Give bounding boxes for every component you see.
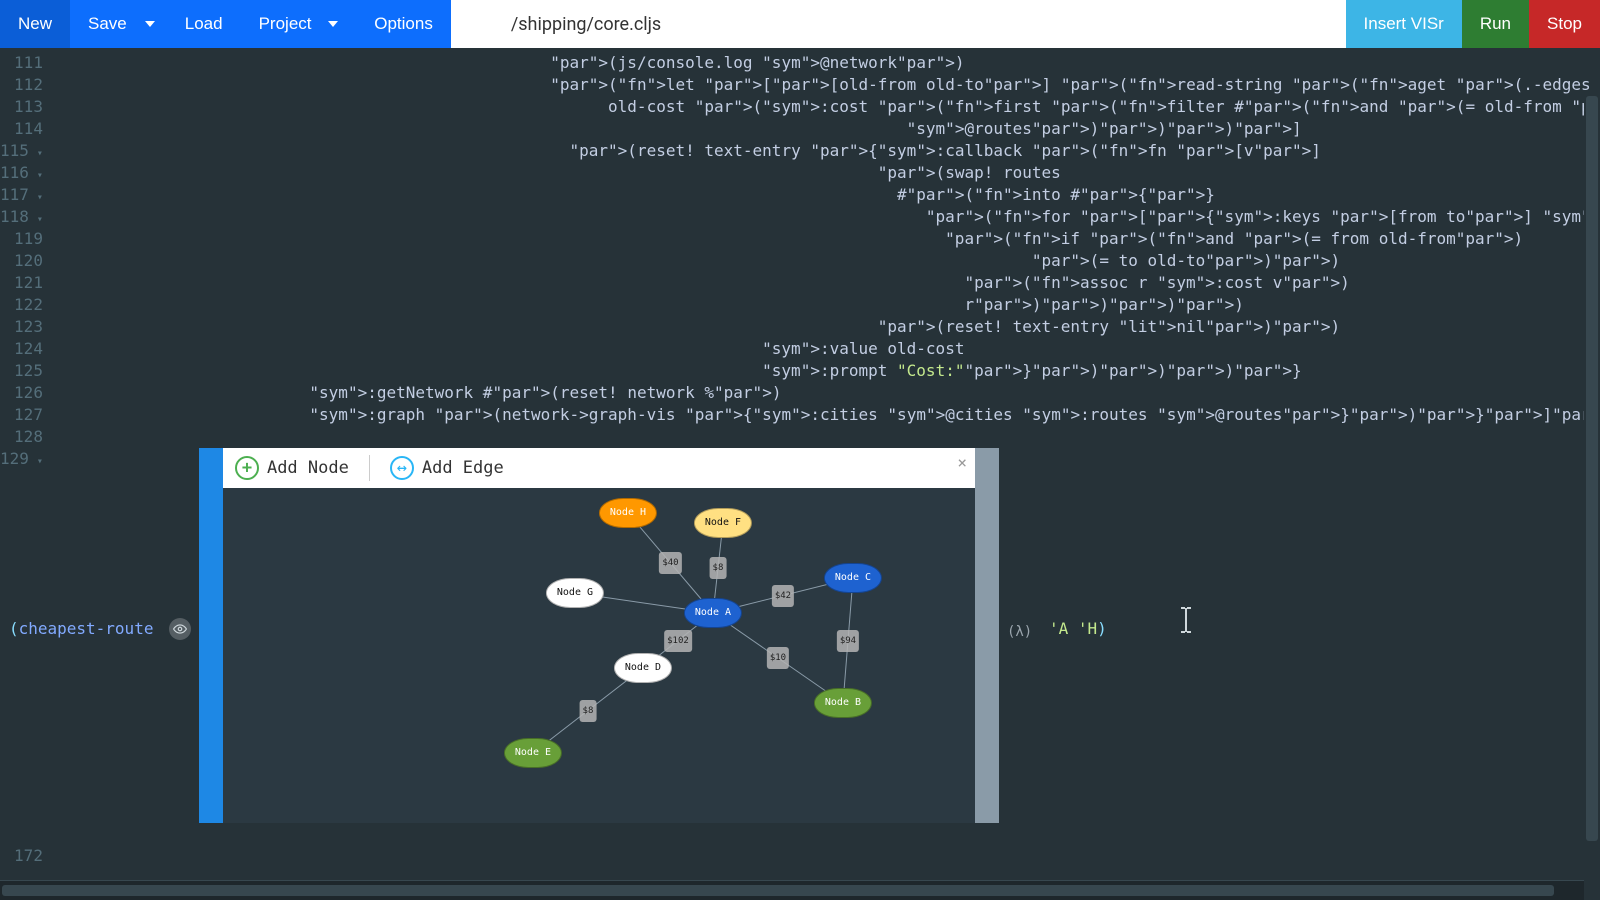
caret-down-icon bbox=[328, 21, 338, 27]
new-button[interactable]: New bbox=[0, 0, 70, 48]
load-button[interactable]: Load bbox=[167, 0, 241, 48]
visr-body: +Add Node↔Add Edge×$40$8$42$102$10$94$8N… bbox=[223, 448, 975, 823]
gutter: 111112113114115 ▾116 ▾117 ▾118 ▾11912012… bbox=[0, 48, 49, 900]
gutter-line: 125 bbox=[0, 360, 43, 382]
fold-marker-icon[interactable]: ▾ bbox=[29, 214, 43, 225]
scrollbar-horizontal[interactable] bbox=[0, 880, 1584, 900]
add-node-button[interactable]: + Add Node bbox=[235, 456, 349, 480]
insert-visr-button[interactable]: Insert VISr bbox=[1346, 0, 1462, 48]
graph-node[interactable]: Node F bbox=[694, 508, 752, 538]
gutter-line: 113 bbox=[0, 96, 43, 118]
graph-node[interactable]: Node B bbox=[814, 688, 872, 718]
fold-marker-icon[interactable]: ▾ bbox=[29, 148, 43, 159]
project-button[interactable]: Project bbox=[241, 0, 357, 48]
graph-node[interactable]: Node H bbox=[599, 498, 657, 528]
code-line[interactable]: old-cost "par">("sym">:cost "par">("fn">… bbox=[59, 96, 1600, 118]
code-line[interactable]: r"par">)"par">)"par">)"par">) bbox=[59, 294, 1600, 316]
editor[interactable]: 111112113114115 ▾116 ▾117 ▾118 ▾11912012… bbox=[0, 48, 1600, 900]
code-line[interactable]: "sym">:value old-cost bbox=[59, 338, 1600, 360]
file-path: /shipping/core.cljs bbox=[451, 0, 1346, 48]
gutter-line: 124 bbox=[0, 338, 43, 360]
lambda-badge[interactable]: (λ) bbox=[1007, 621, 1032, 643]
code-line[interactable]: "par">("fn">if "par">("fn">and "par">(= … bbox=[59, 228, 1600, 250]
gutter-line: 114 bbox=[0, 118, 43, 140]
scrollbar-thumb[interactable] bbox=[1586, 96, 1598, 841]
code-line[interactable] bbox=[59, 426, 1600, 448]
close-icon[interactable]: × bbox=[957, 452, 967, 474]
gutter-line: 127 bbox=[0, 404, 43, 426]
options-button[interactable]: Options bbox=[356, 0, 451, 48]
project-label: Project bbox=[259, 14, 312, 34]
save-label: Save bbox=[88, 14, 127, 34]
graph-node[interactable]: Node A bbox=[684, 598, 742, 628]
add-edge-button[interactable]: ↔ Add Edge bbox=[390, 456, 504, 480]
run-button[interactable]: Run bbox=[1462, 0, 1529, 48]
gutter-line: 123 bbox=[0, 316, 43, 338]
toolbar-separator bbox=[369, 455, 370, 481]
code-line[interactable]: "sym">:graph "par">(network->graph-vis "… bbox=[59, 404, 1600, 426]
code-line[interactable]: #"par">("fn">into #"par">{"par">} bbox=[59, 184, 1600, 206]
code-line[interactable]: "sym">:prompt "Cost:""par">}"par">)"par"… bbox=[59, 360, 1600, 382]
link-circle-icon: ↔ bbox=[390, 456, 414, 480]
gutter-line: 111 bbox=[0, 52, 43, 74]
scrollbar-vertical[interactable] bbox=[1584, 96, 1600, 880]
gutter-line: 119 bbox=[0, 228, 43, 250]
visr-toolbar: + Add Node ↔ Add Edge × bbox=[223, 448, 975, 488]
gutter-line: 121 bbox=[0, 272, 43, 294]
gutter-line: 120 bbox=[0, 250, 43, 272]
add-node-label: Add Node bbox=[267, 457, 349, 479]
text-cursor-icon bbox=[1179, 606, 1193, 640]
code-line[interactable]: "par">(= to old-to"par">)"par">) bbox=[59, 250, 1600, 272]
plus-circle-icon: + bbox=[235, 456, 259, 480]
code-line[interactable]: "sym">@routes"par">)"par">)"par">)"par">… bbox=[59, 118, 1600, 140]
code-line[interactable]: "par">("fn">assoc r "sym">:cost v"par">) bbox=[59, 272, 1600, 294]
save-dropdown-caret[interactable] bbox=[145, 0, 167, 48]
code-line[interactable]: "par">(reset! text-entry "par">{"sym">:c… bbox=[59, 140, 1600, 162]
gutter-line: 126 bbox=[0, 382, 43, 404]
gutter-line: 122 bbox=[0, 294, 43, 316]
topbar: New Save Load Project Options /shipping/… bbox=[0, 0, 1600, 48]
code-line[interactable]: "par">("fn">for "par">["par">{"sym">:key… bbox=[59, 206, 1600, 228]
gutter-line: 129 ▾ bbox=[0, 448, 43, 470]
fold-marker-icon[interactable]: ▾ bbox=[29, 456, 43, 467]
code-line[interactable]: "par">(js/console.log "sym">@network"par… bbox=[59, 52, 1600, 74]
graph-canvas[interactable]: $40$8$42$102$10$94$8Node HNode FNode CNo… bbox=[223, 488, 975, 823]
code-line[interactable]: "par">(swap! routes bbox=[59, 162, 1600, 184]
code-before-visr[interactable]: (cheapest-route bbox=[0, 618, 163, 640]
graph-edges bbox=[223, 488, 975, 823]
caret-down-icon bbox=[145, 21, 155, 27]
graph-node[interactable]: Node G bbox=[546, 578, 604, 608]
gutter-line: 128 bbox=[0, 426, 43, 448]
graph-node[interactable]: Node D bbox=[614, 653, 672, 683]
visr-panel: +Add Node↔Add Edge×$40$8$42$102$10$94$8N… bbox=[199, 448, 999, 823]
gutter-line: 115 ▾ bbox=[0, 140, 43, 162]
fold-marker-icon[interactable]: ▾ bbox=[29, 170, 43, 181]
scrollbar-thumb[interactable] bbox=[2, 885, 1554, 896]
gutter-line: 118 ▾ bbox=[0, 206, 43, 228]
topbar-right: Insert VISr Run Stop bbox=[1346, 0, 1600, 48]
code-after-visr[interactable]: 'A 'H) bbox=[1049, 618, 1107, 640]
gutter-line: 117 ▾ bbox=[0, 184, 43, 206]
topbar-left: New Save Load Project Options bbox=[0, 0, 451, 48]
visr-right-handle[interactable] bbox=[975, 448, 999, 823]
code-area[interactable]: "par">(js/console.log "sym">@network"par… bbox=[49, 48, 1600, 900]
stop-button[interactable]: Stop bbox=[1529, 0, 1600, 48]
code-line[interactable]: "par">(reset! text-entry "lit">nil"par">… bbox=[59, 316, 1600, 338]
gutter-line: 172 bbox=[0, 845, 43, 867]
visr-left-handle[interactable] bbox=[199, 448, 223, 823]
graph-node[interactable]: Node E bbox=[504, 738, 562, 768]
gutter-line: 116 ▾ bbox=[0, 162, 43, 184]
code-line[interactable]: "par">("fn">let "par">["par">[old-from o… bbox=[59, 74, 1600, 96]
gutter-line: 112 bbox=[0, 74, 43, 96]
code-line[interactable]: "sym">:getNetwork #"par">(reset! network… bbox=[59, 382, 1600, 404]
add-edge-label: Add Edge bbox=[422, 457, 504, 479]
graph-node[interactable]: Node C bbox=[824, 563, 882, 593]
eye-icon[interactable] bbox=[169, 618, 191, 640]
fold-marker-icon[interactable]: ▾ bbox=[29, 192, 43, 203]
save-button[interactable]: Save bbox=[70, 0, 145, 48]
